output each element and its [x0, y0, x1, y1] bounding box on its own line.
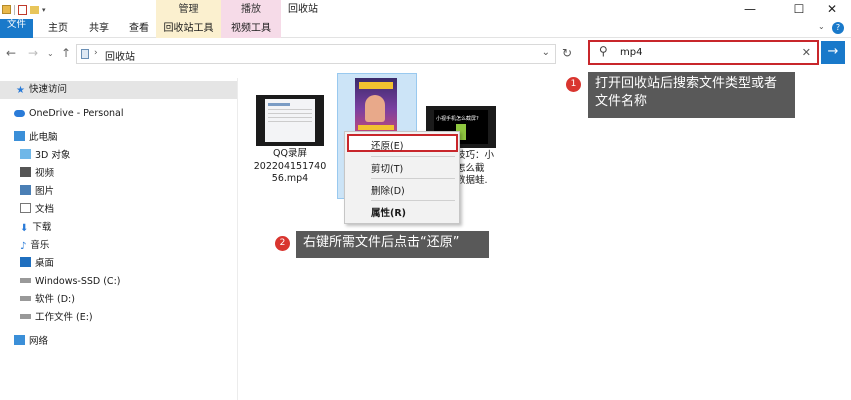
drive-icon [20, 296, 31, 301]
search-icon: ⚲ [599, 44, 608, 58]
ribbon-tabs: 文件 主页 共享 查看 回收站工具 视频工具 ⌄ ? [0, 19, 851, 38]
search-input[interactable]: ⚲ mp4 ✕ [588, 40, 819, 65]
callout-text: 打开回收站后搜索文件类型或者文件名称 [595, 76, 778, 109]
chevron-down-icon[interactable]: ▾ [42, 6, 46, 14]
context-tab-manage: 管理 [156, 0, 221, 19]
menu-divider [371, 200, 455, 201]
callout-text: 右键所需文件后点击“还原” [303, 235, 460, 250]
forward-arrow-icon[interactable]: → [28, 46, 38, 60]
close-button[interactable]: ✕ [812, 0, 851, 19]
tab-file[interactable]: 文件 [0, 19, 33, 38]
video-thumbnail [256, 95, 324, 146]
drive-icon [20, 314, 31, 319]
minimize-button[interactable]: — [730, 0, 770, 19]
menu-item-delete[interactable]: 删除(D) [371, 183, 405, 197]
music-icon: ♪ [20, 241, 27, 252]
back-arrow-icon[interactable]: ← [6, 46, 16, 60]
desktop-icon [20, 257, 31, 267]
step-badge-2: 2 [275, 236, 290, 251]
tab-share[interactable]: 共享 [84, 19, 114, 38]
chevron-right-icon[interactable]: › [94, 48, 98, 58]
callout-step-2: 右键所需文件后点击“还原” [296, 231, 489, 258]
network-icon [14, 335, 25, 345]
quick-access-toolbar: ▾ [2, 3, 46, 16]
help-icon[interactable]: ? [832, 22, 844, 34]
search-go-button[interactable]: → [821, 41, 845, 64]
thumbnail-caption: 小视手机怎么截屏? [436, 116, 479, 122]
pictures-icon [20, 185, 31, 195]
nav-item-network[interactable]: 网络 [0, 333, 48, 351]
title-bar: ▾ 管理 播放 回收站 — ☐ ✕ [0, 0, 851, 19]
up-arrow-icon[interactable]: ↑ [61, 46, 71, 60]
context-menu: 还原(E) 剪切(T) 删除(D) 属性(R) [344, 131, 460, 224]
download-icon: ⬇ [20, 223, 29, 234]
nav-item-downloads[interactable]: ⬇ 下载 [0, 219, 51, 237]
search-query[interactable]: mp4 [620, 47, 642, 58]
clear-search-icon[interactable]: ✕ [802, 46, 811, 59]
file-item[interactable]: QQ录屏 202204151740 56.mp4 [254, 93, 326, 193]
nav-item-onedrive[interactable]: OneDrive - Personal [0, 105, 124, 123]
nav-item-drive-c[interactable]: Windows-SSD (C:) [0, 273, 120, 291]
tab-video-tools[interactable]: 视频工具 [221, 19, 281, 38]
nav-item-drive-e[interactable]: 工作文件 (E:) [0, 309, 93, 327]
menu-item-properties[interactable]: 属性(R) [371, 205, 406, 219]
menu-divider [371, 156, 455, 157]
recycle-bin-icon [81, 49, 89, 59]
star-icon: ★ [16, 85, 25, 96]
step-badge-1: 1 [566, 77, 581, 92]
nav-item-quick-access[interactable]: ★ 快速访问 [0, 81, 237, 99]
drive-icon [20, 278, 31, 283]
file-name: 技巧：小 怎么截 数据蛙. [456, 150, 495, 186]
callout-step-1: 打开回收站后搜索文件类型或者文件名称 [588, 72, 795, 118]
menu-divider [371, 178, 455, 179]
nav-item-desktop[interactable]: 桌面 [0, 255, 54, 273]
window-title: 回收站 [288, 4, 318, 15]
nav-item-pictures[interactable]: 图片 [0, 183, 54, 201]
cloud-icon [14, 110, 25, 117]
document-icon [20, 203, 31, 213]
explorer-icon [2, 5, 11, 14]
menu-item-cut[interactable]: 剪切(T) [371, 161, 403, 175]
context-tab-play: 播放 [221, 0, 281, 19]
address-bar[interactable]: › 回收站 ⌄ [76, 44, 556, 64]
nav-item-videos[interactable]: 视频 [0, 165, 54, 183]
ribbon-collapse-icon[interactable]: ⌄ [818, 22, 825, 31]
new-folder-icon[interactable] [30, 5, 39, 14]
video-thumbnail [355, 78, 397, 134]
chevron-down-icon[interactable]: ⌄ [542, 47, 550, 58]
tab-recycle-bin-tools[interactable]: 回收站工具 [156, 19, 221, 38]
menu-item-restore[interactable]: 还原(E) [371, 138, 403, 152]
nav-item-documents[interactable]: 文档 [0, 201, 54, 219]
recent-dropdown-icon[interactable]: ⌄ [47, 49, 54, 58]
navigation-pane: ★ 快速访问 OneDrive - Personal 此电脑 3D 对象 视频 图… [0, 78, 238, 400]
nav-item-music[interactable]: ♪ 音乐 [0, 237, 49, 255]
nav-item-3d-objects[interactable]: 3D 对象 [0, 147, 70, 165]
video-folder-icon [20, 167, 31, 177]
nav-item-this-pc[interactable]: 此电脑 [0, 129, 58, 147]
refresh-icon[interactable]: ↻ [562, 46, 572, 60]
tab-view[interactable]: 查看 [124, 19, 154, 38]
divider [14, 4, 15, 15]
computer-icon [14, 131, 25, 141]
breadcrumb[interactable]: 回收站 [105, 48, 135, 63]
tab-home[interactable]: 主页 [43, 19, 73, 38]
file-name: QQ录屏 202204151740 56.mp4 [253, 148, 327, 184]
properties-icon[interactable] [18, 4, 27, 15]
cube-icon [20, 149, 31, 159]
nav-item-drive-d[interactable]: 软件 (D:) [0, 291, 75, 309]
